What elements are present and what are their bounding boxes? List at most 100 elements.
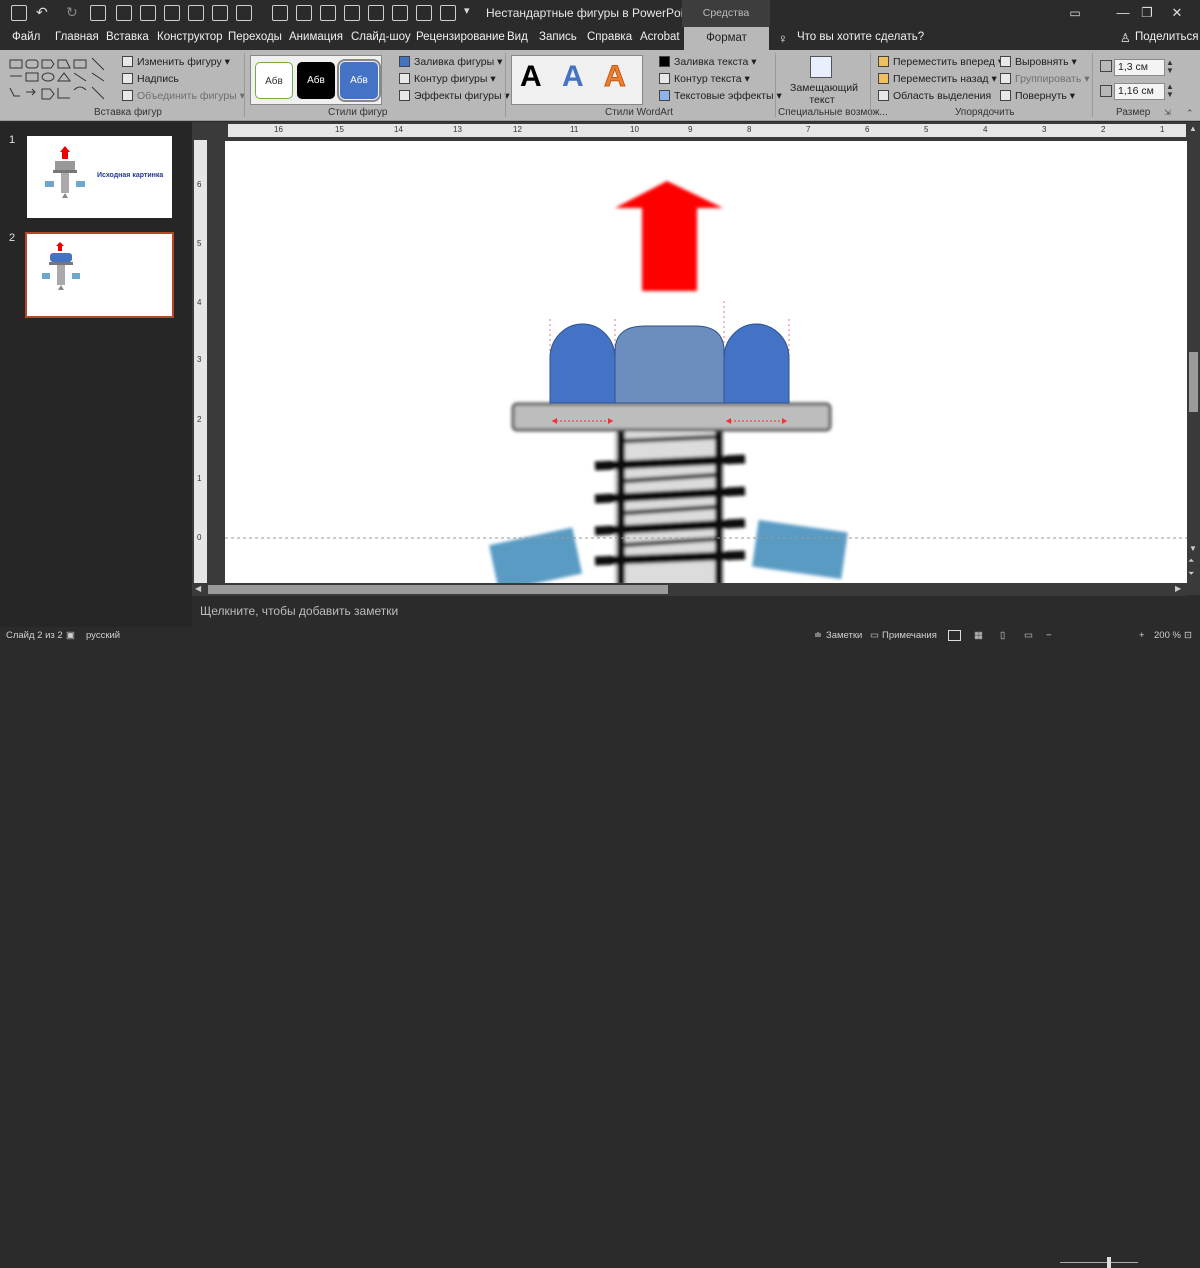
paint-bucket-icon [399,56,410,67]
tab-transitions[interactable]: Переходы [228,31,282,43]
qat-icon[interactable] [320,5,336,21]
blue-right-shape[interactable] [723,323,790,404]
comments-button[interactable]: Примечания [882,630,937,641]
slide-thumbnail-1[interactable]: Исходная картинка [27,136,172,218]
shape-style-1[interactable]: Абв [255,62,293,99]
qat-icon[interactable] [188,5,204,21]
scroll-up-icon[interactable]: ▲ [1189,124,1197,133]
customize-qat-icon[interactable]: ▾ [464,4,470,17]
qat-icon[interactable] [344,5,360,21]
language-indicator[interactable]: русский [86,630,120,641]
alt-text-button[interactable]: Замещающий текст [790,82,858,106]
qat-icon[interactable] [368,5,384,21]
save-icon[interactable] [11,5,27,21]
prev-slide-icon[interactable]: ⏶ [1188,556,1194,566]
tab-view[interactable]: Вид [507,31,528,43]
share-button[interactable]: Поделиться [1135,31,1199,43]
bring-forward-button[interactable]: Переместить вперед ▾ [878,56,1003,68]
close-button[interactable]: ✕ [1154,0,1200,27]
present-icon[interactable] [90,5,106,21]
wordart-style-2[interactable]: A [562,60,584,94]
edit-shape-button[interactable]: Изменить фигуру ▾ [122,56,230,68]
fit-to-window-icon[interactable]: ⊡ [1184,630,1192,641]
blue-center-shape[interactable] [614,325,725,404]
tab-help[interactable]: Справка [587,31,632,43]
qat-icon[interactable] [236,5,252,21]
shapes-gallery[interactable] [8,56,112,107]
zoom-level[interactable]: 200 % [1154,630,1181,641]
vscroll-thumb[interactable] [1189,352,1198,412]
notes-button[interactable]: Заметки [826,630,862,641]
zoom-in-icon[interactable]: + [1139,630,1145,641]
notes-pane[interactable]: Щелкните, чтобы добавить заметки [192,597,1200,627]
qat-icon[interactable] [212,5,228,21]
slideshow-icon[interactable]: ▭ [1024,630,1033,641]
slide-sorter-icon[interactable]: ▦ [974,630,983,641]
qat-icon[interactable] [272,5,288,21]
height-spinner[interactable]: ▲ ▼ [1166,59,1174,75]
qat-icon[interactable] [416,5,432,21]
qat-icon[interactable] [296,5,312,21]
horizontal-ruler: 16 15 14 13 12 11 10 9 8 7 6 5 4 3 2 1 [228,124,1186,137]
tell-me-input[interactable]: Что вы хотите сделать? [797,31,924,43]
slide-thumbnail-2[interactable] [25,232,174,318]
textbox-button[interactable]: Надпись [122,73,179,85]
scroll-down-icon[interactable]: ▼ [1189,544,1197,553]
qat-icon[interactable] [164,5,180,21]
shape-style-2[interactable]: Абв [297,62,335,99]
qat-icon[interactable] [116,5,132,21]
scroll-right-icon[interactable]: ▶ [1175,584,1181,593]
blue-left-shape[interactable] [549,323,616,404]
shape-style-3[interactable]: Абв [337,59,381,102]
next-slide-icon[interactable]: ⏷ [1188,569,1194,579]
qat-icon[interactable] [440,5,456,21]
tab-slideshow[interactable]: Слайд-шоу [351,31,411,43]
tab-animations[interactable]: Анимация [289,31,343,43]
tab-recording[interactable]: Запись [539,31,577,43]
tab-acrobat[interactable]: Acrobat [640,31,680,43]
undo-icon[interactable]: ↶ [36,4,48,21]
selection-pane-button[interactable]: Область выделения [878,90,991,102]
reading-view-icon[interactable]: ▯ [1000,630,1005,641]
text-fill-button[interactable]: Заливка текста ▾ [659,56,757,68]
rotate-button[interactable]: Повернуть ▾ [1000,90,1075,102]
shape-height-field[interactable]: 1,3 см [1114,59,1165,76]
wordart-style-1[interactable]: A [520,60,542,94]
spellcheck-icon[interactable]: ▣ [66,630,75,641]
shape-outline-button[interactable]: Контур фигуры ▾ [399,73,496,85]
shape-fill-button[interactable]: Заливка фигуры ▾ [399,56,502,68]
align-button[interactable]: Выровнять ▾ [1000,56,1077,68]
vertical-scrollbar[interactable]: ▲ ▼ ⏶ ⏷ [1187,122,1200,595]
merge-shapes-button[interactable]: Объединить фигуры ▾ [122,90,245,102]
group-button[interactable]: Группировать ▾ [1000,73,1090,85]
zoom-slider-thumb[interactable] [1107,1257,1111,1268]
wordart-style-3[interactable]: A [604,60,627,94]
zoom-slider[interactable] [1060,1262,1138,1263]
slide-content [225,181,1187,583]
normal-view-icon[interactable] [948,630,961,641]
tab-insert[interactable]: Вставка [106,31,149,43]
tab-file[interactable]: Файл [12,31,40,43]
qat-icon[interactable] [140,5,156,21]
text-outline-button[interactable]: Контур текста ▾ [659,73,750,85]
shape-effects-button[interactable]: Эффекты фигуры ▾ [399,90,510,102]
eyedropper-icon[interactable] [392,5,408,21]
size-dialog-launcher-icon[interactable]: ⇲ [1164,108,1171,117]
tab-format[interactable]: Формат [684,27,769,50]
scroll-left-icon[interactable]: ◀ [195,584,201,593]
tab-home[interactable]: Главная [55,31,99,43]
send-backward-button[interactable]: Переместить назад ▾ [878,73,997,85]
red-arrow[interactable] [615,181,723,291]
horizontal-scrollbar[interactable]: ◀ ▶ [192,583,1187,596]
redo-icon[interactable]: ↻ [66,4,78,21]
collapse-ribbon-icon[interactable]: ⌃ [1186,108,1194,119]
alt-text-icon[interactable] [810,56,832,78]
shape-width-field[interactable]: 1,16 см [1114,83,1165,100]
ribbon-display-options-icon[interactable]: ▭ [1052,0,1098,27]
hscroll-thumb[interactable] [208,585,668,594]
text-effects-button[interactable]: Текстовые эффекты ▾ [659,90,782,102]
tab-design[interactable]: Конструктор [157,31,223,43]
zoom-out-icon[interactable]: − [1046,630,1052,641]
tab-review[interactable]: Рецензирование [416,31,505,43]
width-spinner[interactable]: ▲ ▼ [1166,83,1174,99]
